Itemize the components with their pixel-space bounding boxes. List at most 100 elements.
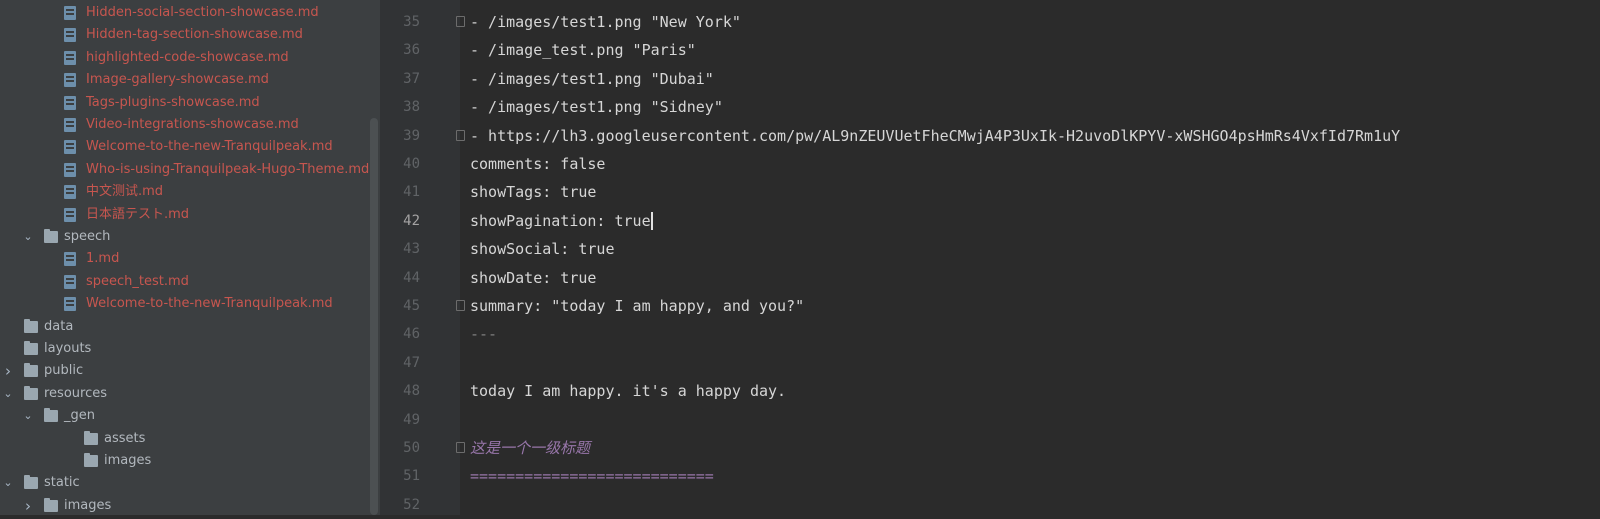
tree-file-item[interactable]: Welcome-to-the-new-Tranquilpeak.md [0, 136, 380, 158]
code-line[interactable]: summary: "today I am happy, and you?" [470, 292, 804, 320]
tree-file-item[interactable]: 1.md [0, 248, 380, 270]
tree-folder-item[interactable]: ⌄ _gen [0, 405, 380, 427]
line-number: 38 [403, 99, 420, 116]
line-number: 49 [403, 411, 420, 428]
tree-folder-item[interactable]: data [0, 316, 380, 338]
tree-file-item[interactable]: 中文测试.md [0, 181, 380, 203]
tree-item-label: Tags-plugins-showcase.md [86, 94, 260, 110]
code-line[interactable]: --- [470, 320, 497, 348]
project-tree-panel: Hidden-social-section-showcase.md Hidden-… [0, 0, 380, 515]
code-line[interactable]: showSocial: true [470, 235, 615, 263]
line-number: 44 [403, 269, 420, 286]
code-line[interactable]: showTags: true [470, 178, 596, 206]
tree-item-label: Video-integrations-showcase.md [86, 117, 299, 132]
tree-item-label: Hidden-tag-section-showcase.md [86, 27, 303, 43]
fold-marker-icon[interactable] [456, 300, 465, 311]
tree-folder-item[interactable]: ⌄ resources [0, 383, 380, 405]
line-number: 39 [403, 127, 420, 144]
tree-file-item[interactable]: highlighted-code-showcase.md [0, 47, 380, 69]
tree-item-label: images [64, 497, 112, 513]
tree-item-label: layouts [44, 341, 92, 356]
line-number: 37 [403, 70, 420, 87]
tree-item-label: 中文测试.md [86, 184, 164, 200]
chevron-right-icon[interactable]: › [22, 495, 34, 515]
code-line[interactable]: - /image_test.png "Paris" [470, 36, 696, 64]
markdown-file-icon [64, 274, 76, 289]
markdown-file-icon [64, 207, 76, 222]
code-line[interactable]: comments: false [470, 150, 605, 178]
folder-icon [84, 430, 98, 445]
tree-file-item[interactable]: Welcome-to-the-new-Tranquilpeak.md [0, 293, 380, 315]
fold-marker-icon[interactable] [456, 129, 465, 141]
markdown-file-icon [64, 162, 76, 177]
fold-marker-icon[interactable] [456, 16, 465, 27]
code-line[interactable]: - https://lh3.googleusercontent.com/pw/A… [470, 122, 1400, 150]
markdown-file-icon [64, 28, 76, 43]
tree-folder-item[interactable]: › images [0, 495, 380, 515]
tree-file-item[interactable]: 日本語テスト.md [0, 204, 380, 226]
tree-folder-item[interactable]: layouts [0, 338, 380, 360]
tree-file-item[interactable]: Tags-plugins-showcase.md [0, 92, 380, 114]
line-number: 36 [403, 42, 420, 59]
line-number: 35 [403, 14, 420, 30]
line-number: 40 [403, 156, 420, 172]
tree-item-label: highlighted-code-showcase.md [86, 49, 289, 65]
tree-item-label: Welcome-to-the-new-Tranquilpeak.md [86, 296, 333, 312]
tree-item-label: static [44, 475, 80, 491]
code-line[interactable]: - /images/test1.png "New York" [470, 8, 741, 36]
tree-folder-item[interactable]: assets [0, 428, 380, 450]
tree-folder-item[interactable]: images [0, 450, 380, 472]
line-number: 47 [403, 354, 420, 371]
chevron-down-icon[interactable]: ⌄ [2, 383, 14, 405]
markdown-file-icon [64, 50, 76, 65]
markdown-file-icon [64, 297, 76, 312]
line-number: 45 [403, 298, 420, 314]
folder-icon [44, 229, 58, 243]
tree-file-item[interactable]: speech_test.md [0, 271, 380, 293]
tree-file-item[interactable]: Video-integrations-showcase.md [0, 114, 380, 136]
markdown-file-icon [64, 140, 76, 155]
line-number: 50 [403, 440, 420, 456]
folder-icon [44, 408, 58, 423]
tree-folder-item[interactable]: ⌄ static [0, 472, 380, 494]
code-line[interactable]: - /images/test1.png "Sidney" [470, 93, 723, 121]
tree-item-label: public [44, 363, 84, 379]
code-line[interactable]: today I am happy. it's a happy day. [470, 377, 786, 405]
code-line[interactable]: 这是一个一级标题 [470, 434, 590, 462]
markdown-file-icon [64, 6, 76, 20]
tree-file-item[interactable]: Who-is-using-Tranquilpeak-Hugo-Theme.md [0, 159, 380, 181]
line-number: 41 [403, 184, 420, 201]
tree-item-label: 1.md [86, 251, 120, 267]
project-tree-scrollbar[interactable] [370, 118, 378, 515]
code-line[interactable]: - /images/test1.png "Dubai" [470, 65, 714, 93]
tree-item-label: _gen [64, 408, 95, 424]
tree-item-label: 日本語テスト.md [86, 206, 190, 222]
tree-folder-item[interactable]: › public [0, 360, 380, 382]
text-caret [651, 211, 653, 230]
line-number: 46 [403, 326, 420, 343]
tree-file-item[interactable]: Hidden-tag-section-showcase.md [0, 24, 380, 46]
tree-item-label: Who-is-using-Tranquilpeak-Hugo-Theme.md [86, 161, 370, 177]
markdown-file-icon [64, 252, 76, 267]
folder-icon [84, 453, 98, 467]
chevron-right-icon[interactable]: › [2, 360, 14, 382]
folder-icon [24, 475, 38, 490]
fold-marker-icon[interactable] [456, 442, 465, 453]
tree-item-label: Image-gallery-showcase.md [86, 72, 269, 88]
tree-item-label: data [44, 318, 74, 334]
markdown-file-icon [64, 95, 76, 110]
code-line[interactable]: showDate: true [470, 264, 596, 292]
chevron-down-icon[interactable]: ⌄ [2, 472, 14, 494]
tree-folder-item[interactable]: ⌄ speech [0, 226, 380, 248]
chevron-down-icon[interactable]: ⌄ [22, 226, 34, 248]
tree-file-item[interactable]: Hidden-social-section-showcase.md [0, 2, 380, 24]
line-number: 43 [403, 241, 420, 258]
tree-item-label: images [104, 453, 152, 468]
code-line[interactable]: showPagination: true [470, 207, 651, 235]
tree-file-item[interactable]: Image-gallery-showcase.md [0, 69, 380, 91]
tree-item-label: Hidden-social-section-showcase.md [86, 5, 319, 20]
folder-icon [24, 363, 38, 378]
code-line[interactable]: =========================== [470, 462, 714, 490]
chevron-down-icon[interactable]: ⌄ [22, 405, 34, 427]
folder-icon [24, 341, 38, 355]
